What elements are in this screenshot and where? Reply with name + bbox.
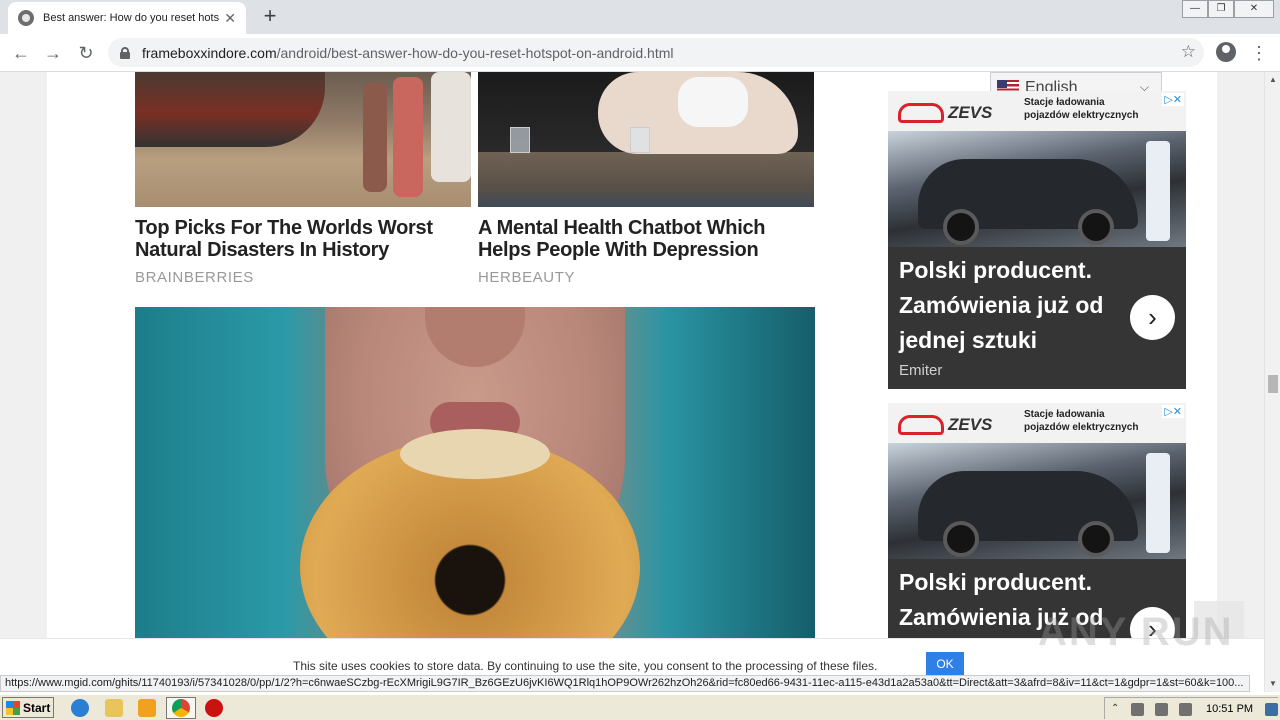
person-shape [431,72,471,182]
site-favicon-icon [18,10,34,26]
ad-brand: ZEVS [948,103,993,122]
url-path: /android/best-answer-how-do-you-reset-ho… [276,44,674,61]
tab-close-icon[interactable]: ✕ [224,10,236,27]
chrome-icon[interactable] [172,699,190,717]
scroll-up-icon[interactable]: ▲ [1265,72,1280,88]
forward-arrow-icon[interactable]: → [40,40,66,66]
cookie-message: This site uses cookies to store data. By… [293,659,878,673]
ad-header: ZEVS Stacje ładowania pojazdów elektrycz… [888,403,1186,443]
article-title[interactable]: Top Picks For The Worlds Worst Natural D… [135,217,471,261]
system-tray: ⌃ 10:51 PM [1104,697,1278,719]
ad-caption-line: pojazdów elektrycznych [1024,422,1139,433]
kebab-menu-icon[interactable]: ⋮ [1250,40,1268,66]
start-label: Start [23,700,51,715]
browser-toolbar: ← → ↻ frameboxxindore.com/android/best-a… [0,34,1280,72]
profile-avatar-icon[interactable] [1216,42,1236,62]
windows-logo-icon [6,700,20,715]
ad-headline-line: Polski producent. [899,569,1092,595]
article-source[interactable]: BRAINBERRIES [135,269,254,286]
ad-caption: Stacje ładowania pojazdów elektrycznych [1024,96,1174,122]
minimize-button[interactable]: — [1182,0,1208,18]
close-window-button[interactable]: ✕ [1234,0,1274,18]
ad-headline-line: jednej sztuki [899,327,1038,353]
reload-icon[interactable]: ↻ [73,40,99,66]
show-desktop-icon[interactable] [1265,703,1278,716]
article-title-line: Helps People With Depression [478,239,759,261]
clock: 10:51 PM [1206,703,1254,715]
lock-icon[interactable] [120,46,130,59]
glass-shape [510,127,530,153]
opera-icon[interactable] [205,699,223,717]
ad-headline-line: Zamówienia już od [899,292,1104,318]
ad-header: ZEVS Stacje ładowania pojazdów elektrycz… [888,91,1186,131]
ad-photo [888,131,1186,247]
ad-logo: ZEVS [898,411,1010,437]
internet-explorer-icon[interactable] [71,699,89,717]
anyrun-watermark: ANY RUN [1038,610,1234,654]
charger-shape [1146,141,1170,241]
article-title-line: Natural Disasters In History [135,239,389,261]
windows-taskbar: Start ⌃ 10:51 PM [0,694,1280,720]
browser-tab[interactable]: Best answer: How do you reset hots ✕ [8,2,246,34]
wheel-shape [943,521,979,557]
wheel-shape [1078,209,1114,245]
status-bar-url: https://www.mgid.com/ghits/11740193/i/57… [0,675,1250,692]
ad-caption-line: Stacje ładowania [1024,97,1105,108]
boat-shape [135,72,325,147]
article-title-line: Top Picks For The Worlds Worst [135,217,433,239]
ad-caption-line: Stacje ładowania [1024,409,1105,420]
flag-icon[interactable] [1179,703,1192,716]
glass-shape [630,127,650,153]
shirt-shape [678,77,748,127]
car-logo-icon [898,103,944,123]
ad-banner[interactable]: ZEVS Stacje ładowania pojazdów elektrycz… [888,403,1186,643]
ad-sponsor: Emiter [899,362,943,379]
cookie-ok-button[interactable]: OK [926,652,964,677]
scroll-down-icon[interactable]: ▼ [1265,676,1280,692]
article-title[interactable]: A Mental Health Chatbot Which Helps Peop… [478,217,814,261]
wheel-shape [943,209,979,245]
folder-icon[interactable] [105,699,123,717]
ad-headline: Polski producent. Zamówienia już od jedn… [899,253,1131,358]
ad-photo [888,443,1186,559]
person-shape [363,82,387,192]
address-bar[interactable]: frameboxxindore.com/android/best-answer-… [108,38,1204,67]
back-arrow-icon[interactable]: ← [8,40,34,66]
ad-brand: ZEVS [948,415,993,434]
tray-expand-icon[interactable]: ⌃ [1111,703,1124,716]
media-player-icon[interactable] [138,699,156,717]
restore-button[interactable]: ❐ [1208,0,1234,18]
charger-shape [1146,453,1170,553]
tab-title: Best answer: How do you reset hots [43,12,219,24]
article-image-chatbot[interactable] [478,72,814,207]
wheel-shape [1078,521,1114,557]
ad-banner[interactable]: ZEVS Stacje ładowania pojazdów elektrycz… [888,91,1186,389]
url-text: frameboxxindore.com/android/best-answer-… [142,45,674,61]
article-image-donut[interactable] [135,307,815,639]
start-button[interactable]: Start [2,697,54,718]
network-icon[interactable] [1155,703,1168,716]
new-tab-button[interactable]: + [258,5,282,29]
browser-titlebar: Best answer: How do you reset hots ✕ + —… [0,0,1280,34]
car-logo-icon [898,415,944,435]
article-source[interactable]: HERBEAUTY [478,269,575,286]
adchoices-close-icon[interactable]: ▷✕ [1162,93,1184,106]
bookmark-star-icon[interactable]: ☆ [1181,42,1196,62]
ad-logo: ZEVS [898,99,1010,125]
ad-caption-line: pojazdów elektrycznych [1024,110,1139,121]
ad-caption: Stacje ładowania pojazdów elektrycznych [1024,408,1174,434]
person-shape [393,77,423,197]
bite-shape [400,429,550,479]
table-shape [478,152,814,207]
article-title-line: A Mental Health Chatbot Which [478,217,766,239]
volume-icon[interactable] [1131,703,1144,716]
scrollbar-thumb[interactable] [1268,375,1278,393]
chevron-right-icon[interactable]: › [1130,295,1175,340]
article-image-disasters[interactable] [135,72,471,207]
adchoices-close-icon[interactable]: ▷✕ [1162,405,1184,418]
vertical-scrollbar[interactable]: ▲ ▼ [1264,72,1280,692]
ad-headline-line: Polski producent. [899,257,1092,283]
url-host: frameboxxindore.com [142,44,277,61]
